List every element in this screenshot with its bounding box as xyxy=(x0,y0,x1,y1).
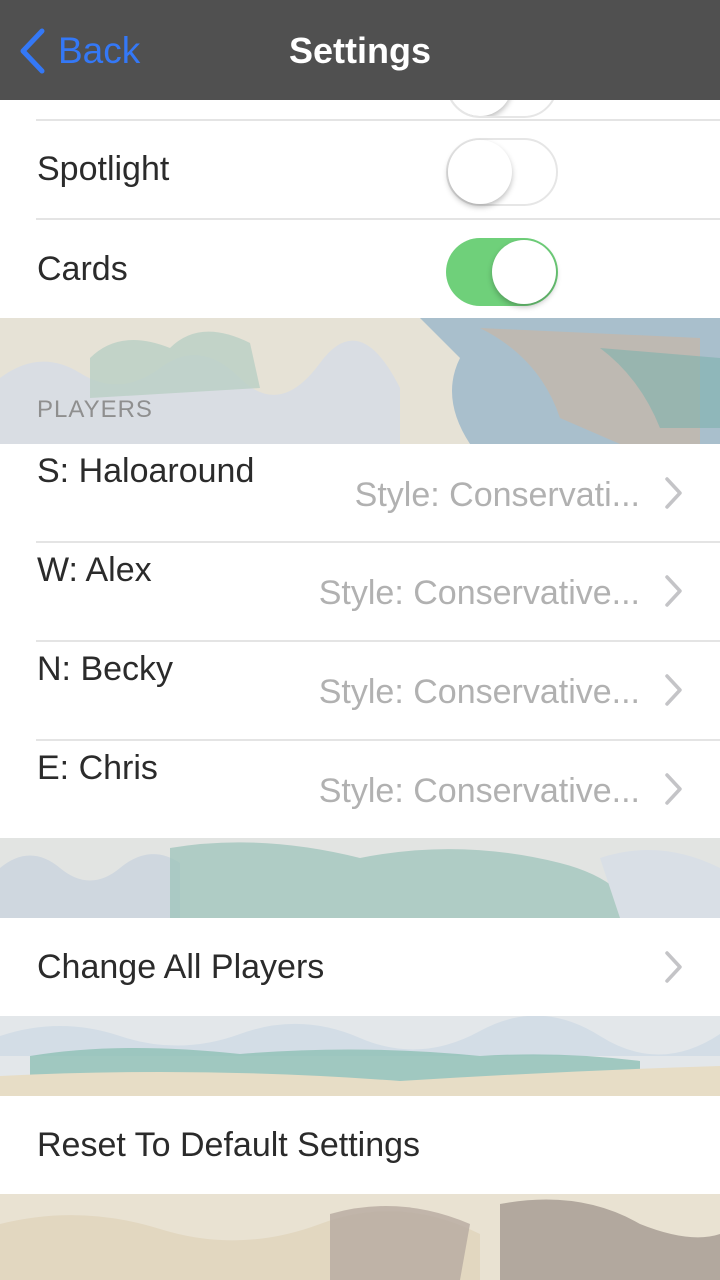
painting-background xyxy=(0,838,720,918)
spotlight-label: Spotlight xyxy=(37,150,170,188)
chevron-right-icon xyxy=(665,477,682,509)
navigation-bar: Back Settings xyxy=(0,0,720,100)
reset-defaults-label: Reset To Default Settings xyxy=(37,1126,421,1164)
change-all-players-row[interactable]: Change All Players xyxy=(0,918,720,1016)
spotlight-row: Spotlight xyxy=(0,121,720,218)
chevron-right-icon xyxy=(665,773,682,805)
player-name: E: Chris xyxy=(37,749,158,787)
player-name: S: Haloaround xyxy=(37,452,255,490)
player-name: W: Alex xyxy=(37,551,152,589)
page-title: Settings xyxy=(288,30,431,71)
painting-background xyxy=(0,1016,720,1096)
painting-background xyxy=(0,1194,720,1280)
player-style: Style: Conservati... xyxy=(354,476,640,514)
chevron-right-icon xyxy=(665,575,682,607)
player-style: Style: Conservative... xyxy=(318,673,640,711)
change-all-players-label: Change All Players xyxy=(37,948,325,986)
player-row[interactable]: N: Becky Style: Conservative... xyxy=(0,642,720,739)
chevron-right-icon xyxy=(665,674,682,706)
player-row[interactable]: S: Haloaround Style: Conservati... xyxy=(0,444,720,541)
player-row[interactable]: W: Alex Style: Conservative... xyxy=(0,543,720,640)
painting-background xyxy=(0,318,720,444)
player-style: Style: Conservative... xyxy=(318,772,640,810)
toggle-group: Spotlight Cards xyxy=(0,50,720,318)
reset-defaults-row[interactable]: Reset To Default Settings xyxy=(0,1096,720,1194)
spotlight-switch[interactable] xyxy=(446,138,558,206)
players-section-header: PLAYERS xyxy=(37,396,153,423)
switch-knob xyxy=(492,240,556,304)
switch-knob xyxy=(448,140,512,204)
player-row[interactable]: E: Chris Style: Conservative... xyxy=(0,741,720,838)
chevron-right-icon xyxy=(665,951,682,983)
reset-group: Reset To Default Settings xyxy=(0,1096,720,1194)
player-name: N: Becky xyxy=(37,650,174,688)
cards-label: Cards xyxy=(37,250,128,288)
cards-row: Cards xyxy=(0,220,720,318)
players-group: S: Haloaround Style: Conservati... W: Al… xyxy=(0,444,720,838)
player-style: Style: Conservative... xyxy=(318,574,640,612)
cards-switch[interactable] xyxy=(446,238,558,306)
change-all-group: Change All Players xyxy=(0,918,720,1016)
